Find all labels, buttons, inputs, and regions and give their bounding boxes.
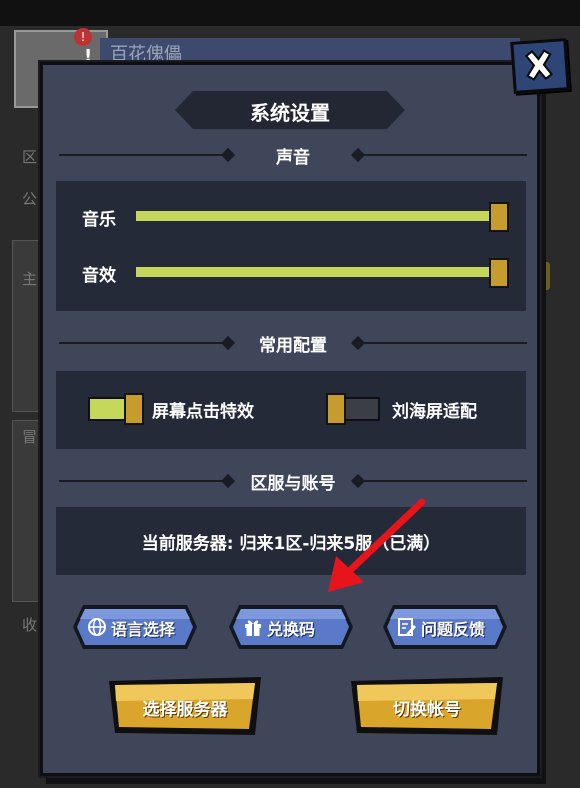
switch-account-label: 切换帐号 <box>393 700 461 720</box>
toggle-notch-adapt[interactable]: 刘海屏适配 <box>326 393 518 425</box>
dialog-title: 系统设置 <box>250 101 330 125</box>
music-label: 音乐 <box>82 210 116 230</box>
common-panel: 屏幕点击特效 刘海屏适配 <box>56 371 526 449</box>
bg-label-zone: 区 <box>22 148 38 166</box>
close-x-icon <box>524 49 554 81</box>
server-panel: 当前服务器: 归来1区-归来5服（已满） <box>56 507 526 575</box>
redeem-code-button[interactable]: 兑换码 <box>227 603 355 651</box>
gift-icon <box>245 620 261 636</box>
edit-note-icon <box>398 618 416 636</box>
language-button[interactable]: 语言选择 <box>71 603 199 651</box>
language-button-label: 语言选择 <box>111 620 176 639</box>
notch-adapt-label: 刘海屏适配 <box>392 402 477 422</box>
toggle-tap-effect[interactable]: 屏幕点击特效 <box>88 393 288 425</box>
bg-label-notice: 公 <box>22 190 38 208</box>
sfx-slider-fill <box>136 267 498 277</box>
section-header-account: 区服与账号 <box>59 469 527 494</box>
close-button[interactable] <box>510 38 570 94</box>
section-header-sound: 声音 <box>59 143 527 168</box>
sound-panel: 音乐 音效 <box>56 181 526 311</box>
tap-effect-knob <box>124 393 144 425</box>
redeem-code-button-label: 兑换码 <box>267 620 316 639</box>
feedback-button[interactable]: 问题反馈 <box>381 603 509 651</box>
bg-label-adventure: 冒 <box>22 428 38 446</box>
red-arrow-annotation <box>328 498 426 592</box>
section-header-common: 常用配置 <box>59 331 527 356</box>
notch-adapt-knob <box>326 393 346 425</box>
music-slider-fill <box>136 211 498 221</box>
music-slider[interactable] <box>136 202 509 232</box>
select-server-button[interactable]: 选择服务器 <box>105 677 265 737</box>
tap-effect-switch[interactable] <box>88 393 144 425</box>
bg-label-main: 主 <box>22 270 38 288</box>
feedback-button-label: 问题反馈 <box>421 620 486 639</box>
notification-badge: ! <box>74 28 92 46</box>
sfx-slider[interactable] <box>136 258 509 288</box>
music-slider-row: 音乐 <box>82 201 512 232</box>
current-server-text: 当前服务器: 归来1区-归来5服（已满） <box>141 534 441 554</box>
sfx-label: 音效 <box>82 266 116 286</box>
sfx-slider-row: 音效 <box>82 257 512 288</box>
switch-account-button[interactable]: 切换帐号 <box>347 677 507 737</box>
notch-adapt-switch[interactable] <box>326 393 380 425</box>
sfx-slider-knob[interactable] <box>489 258 509 288</box>
music-slider-knob[interactable] <box>489 202 509 232</box>
top-bar <box>0 0 580 26</box>
title-plate: 系统设置 <box>175 91 405 129</box>
settings-dialog: 系统设置 声音 音乐 音效 常用配置 屏幕点击特效 刘海屏适配 区服与账号 当前… <box>40 62 540 776</box>
select-server-label: 选择服务器 <box>142 700 228 720</box>
globe-icon <box>88 618 106 636</box>
tap-effect-label: 屏幕点击特效 <box>152 402 254 422</box>
bg-label-collect: 收 <box>22 616 38 634</box>
